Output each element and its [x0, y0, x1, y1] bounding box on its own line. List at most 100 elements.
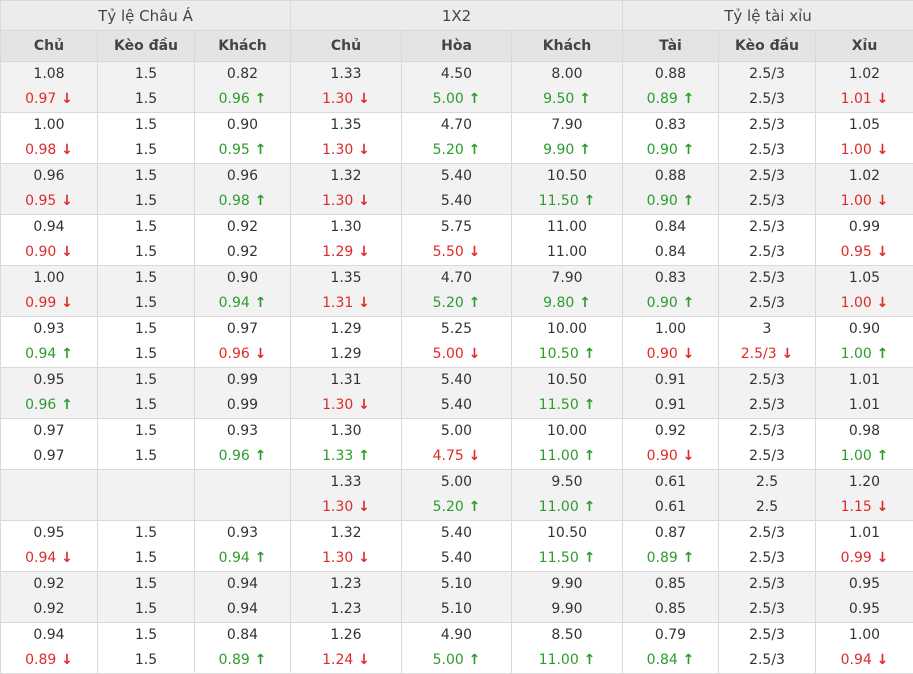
current-odds-up: 0.90	[623, 189, 718, 214]
opening-odds: 0.91	[623, 368, 718, 393]
opening-odds: 0.92	[1, 572, 97, 597]
current-odds-down: 2.5/3	[719, 342, 815, 367]
cell-over: 0.870.89	[623, 521, 719, 572]
current-odds: 5.10	[402, 597, 511, 622]
opening-odds: 1.08	[1, 62, 97, 87]
current-odds-up: 0.84	[623, 648, 718, 673]
opening-odds: 1.33	[291, 62, 401, 87]
opening-odds: 0.90	[195, 113, 290, 138]
current-odds: 0.99	[195, 393, 290, 418]
opening-odds: 0.94	[1, 215, 97, 240]
current-odds-up: 5.20	[402, 291, 511, 316]
opening-odds: 2.5/3	[719, 572, 815, 597]
opening-odds: 0.97	[1, 419, 97, 444]
cell-home: 0.970.97	[1, 419, 98, 470]
current-odds: 1.5	[98, 546, 194, 571]
opening-odds: 1.5	[98, 419, 194, 444]
opening-odds: 5.25	[402, 317, 511, 342]
cell-over: 0.830.90	[623, 266, 719, 317]
opening-odds: 0.96	[1, 164, 97, 189]
opening-odds: 4.70	[402, 113, 511, 138]
cell-handicap: 1.51.5	[98, 113, 195, 164]
current-odds	[98, 495, 194, 520]
current-odds-up: 0.89	[623, 87, 718, 112]
opening-odds: 1.5	[98, 164, 194, 189]
current-odds-down: 0.94	[816, 648, 913, 673]
current-odds-down: 0.94	[1, 546, 97, 571]
current-odds-up: 11.00	[512, 495, 622, 520]
opening-odds: 10.50	[512, 164, 622, 189]
cell-line: 2.5/32.5/3	[719, 521, 816, 572]
opening-odds: 2.5	[719, 470, 815, 495]
current-odds: 1.5	[98, 342, 194, 367]
current-odds-down: 1.01	[816, 87, 913, 112]
opening-odds: 5.40	[402, 368, 511, 393]
cell-home-1x2: 1.291.29	[291, 317, 402, 368]
current-odds: 1.5	[98, 240, 194, 265]
cell-line: 2.5/32.5/3	[719, 266, 816, 317]
col-home-1x2: Chủ	[291, 31, 402, 62]
cell-draw: 5.004.75	[402, 419, 512, 470]
cell-draw: 4.705.20	[402, 113, 512, 164]
opening-odds: 1.30	[291, 419, 401, 444]
cell-under: 1.021.01	[816, 62, 913, 113]
current-odds: 11.00	[512, 240, 622, 265]
cell-line: 2.52.5	[719, 470, 816, 521]
current-odds: 0.95	[816, 597, 913, 622]
cell-draw: 5.005.20	[402, 470, 512, 521]
cell-home-1x2: 1.331.30	[291, 470, 402, 521]
opening-odds: 1.20	[816, 470, 913, 495]
table-row: 0.940.891.51.50.840.891.261.244.905.008.…	[1, 623, 913, 674]
current-odds	[195, 495, 290, 520]
cell-home-1x2: 1.301.33	[291, 419, 402, 470]
cell-under: 1.051.00	[816, 113, 913, 164]
current-odds: 0.94	[195, 597, 290, 622]
current-odds: 0.92	[195, 240, 290, 265]
cell-home: 0.930.94	[1, 317, 98, 368]
current-odds-up: 0.96	[195, 87, 290, 112]
table-row: 0.920.921.51.50.940.941.231.235.105.109.…	[1, 572, 913, 623]
opening-odds: 0.85	[623, 572, 718, 597]
col-away: Khách	[195, 31, 291, 62]
current-odds-up: 11.00	[512, 444, 622, 469]
cell-home-1x2: 1.321.30	[291, 521, 402, 572]
table-row: 0.950.961.51.50.990.991.311.305.405.4010…	[1, 368, 913, 419]
opening-odds: 9.90	[512, 572, 622, 597]
current-odds-up: 0.90	[623, 138, 718, 163]
current-odds-down: 0.98	[1, 138, 97, 163]
opening-odds: 4.50	[402, 62, 511, 87]
current-odds-up: 0.89	[623, 546, 718, 571]
opening-odds: 1.30	[291, 215, 401, 240]
opening-odds: 1.5	[98, 317, 194, 342]
cell-home: 0.950.94	[1, 521, 98, 572]
current-odds: 0.85	[623, 597, 718, 622]
opening-odds: 0.99	[816, 215, 913, 240]
group-header-row: Tỷ lệ Châu Á 1X2 Tỷ lệ tài xỉu	[1, 1, 913, 31]
cell-under: 1.010.99	[816, 521, 913, 572]
table-row: 0.930.941.51.50.970.961.291.295.255.0010…	[1, 317, 913, 368]
group-1x2: 1X2	[291, 1, 623, 31]
current-odds-up: 0.94	[195, 546, 290, 571]
current-odds-up: 1.00	[816, 342, 913, 367]
current-odds: 0.91	[623, 393, 718, 418]
current-odds-up: 5.00	[402, 648, 511, 673]
current-odds-down: 0.99	[1, 291, 97, 316]
opening-odds: 1.01	[816, 368, 913, 393]
opening-odds: 2.5/3	[719, 266, 815, 291]
cell-handicap: 1.51.5	[98, 317, 195, 368]
current-odds: 1.5	[98, 597, 194, 622]
cell-home-1x2: 1.351.30	[291, 113, 402, 164]
current-odds: 1.5	[98, 393, 194, 418]
odds-table-body: 1.080.971.51.50.820.961.331.304.505.008.…	[1, 62, 913, 674]
current-odds: 2.5/3	[719, 597, 815, 622]
cell-draw: 5.405.40	[402, 521, 512, 572]
current-odds: 2.5/3	[719, 87, 815, 112]
opening-odds	[195, 470, 290, 495]
opening-odds: 0.87	[623, 521, 718, 546]
current-odds-down: 1.00	[816, 138, 913, 163]
opening-odds: 1.32	[291, 521, 401, 546]
opening-odds: 0.93	[1, 317, 97, 342]
current-odds-down: 0.89	[1, 648, 97, 673]
opening-odds: 5.40	[402, 164, 511, 189]
opening-odds: 2.5/3	[719, 62, 815, 87]
